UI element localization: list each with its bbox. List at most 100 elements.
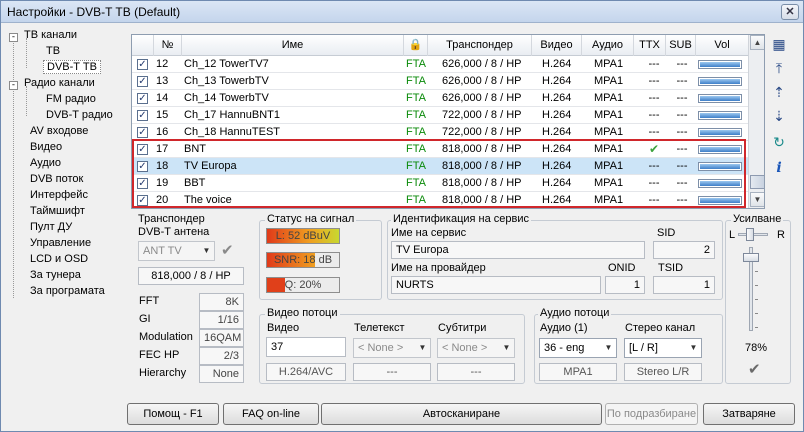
tree-item-about-tuner[interactable]: За тунера [27,268,84,283]
fft-value: 8K [199,293,244,311]
audio-track-select[interactable]: 36 - eng ▼ [539,338,617,358]
faq-online-button[interactable]: FAQ on-line [223,403,319,425]
scan-check-icon[interactable]: ✔ [221,241,234,259]
tree-item-remote[interactable]: Пулт ДУ [27,220,75,235]
tree-item-radio-channels[interactable]: - Радио канали [9,76,98,91]
collapse-icon[interactable]: - [9,81,18,90]
apply-gain-icon[interactable]: ✔ [748,360,761,378]
channel-name: Ch_12 TowerTV7 [184,58,269,70]
channel-video: H.264 [542,92,572,104]
scroll-down-icon[interactable]: ▼ [750,192,764,207]
move-down-icon[interactable]: ⇣ [769,106,789,126]
channel-checkbox[interactable]: ✓ [137,110,148,121]
channel-volume-bar[interactable] [698,111,742,120]
table-row[interactable]: ✓ 12 Ch_12 TowerTV7 FTA 626,000 / 8 / HP H.26… [132,56,748,73]
tree-item-tv-channels[interactable]: - ТВ канали [9,28,80,43]
tree-item-control[interactable]: Управление [27,236,94,251]
channel-sub: --- [676,58,688,70]
channel-volume-bar[interactable] [698,128,742,137]
frequency-field: 818,000 / 8 / HP [138,267,244,285]
tree-item-audio[interactable]: Аудио [27,156,64,171]
refresh-icon[interactable]: ↻ [769,132,789,152]
modulation-value: 16QAM [199,329,244,347]
header-video[interactable]: Видео [532,35,582,56]
channel-checkbox[interactable]: ✓ [137,59,148,70]
help-button[interactable]: Помощ - F1 [127,403,219,425]
lock-icon[interactable]: 🔒 [404,35,428,56]
header-ttx[interactable]: TTX [634,35,666,56]
balance-thumb[interactable] [746,228,754,241]
header-vol[interactable]: Vol [696,35,748,56]
video-pid-field[interactable]: 37 [266,337,346,357]
header-sub[interactable]: SUB [666,35,696,56]
title-bar: Настройки - DVB-T TB (Default) ✕ [1,1,803,23]
table-row[interactable]: ✓ 13 Ch_13 TowerbTV FTA 626,000 / 8 / HP H.26… [132,73,748,90]
header-audio[interactable]: Аудио [582,35,634,56]
tree-item-timeshift[interactable]: Таймшифт [27,204,88,219]
grid-scrollbar[interactable]: ▲ ▼ [748,35,764,208]
teletext-select[interactable]: < None > ▼ [353,338,431,358]
onid-label: ONID [608,262,636,274]
stereo-label: Стерео канал [625,322,696,334]
gain-tick [755,299,758,300]
subtitles-select[interactable]: < None > ▼ [437,338,515,358]
sid-field: 2 [653,241,715,259]
header-name[interactable]: Име [182,35,404,56]
move-up-icon[interactable]: ⇡ [769,82,789,102]
channel-checkbox[interactable]: ✓ [137,127,148,138]
header-number[interactable]: № [154,35,182,56]
tree-item-lcd-osd[interactable]: LCD и OSD [27,252,91,267]
channel-volume-bar[interactable] [698,94,742,103]
grid-icon[interactable]: ▦ [769,34,789,54]
stereo-select[interactable]: [L / R] ▼ [624,338,702,358]
tree-item-video[interactable]: Видео [27,140,65,155]
sid-label: SID [657,227,676,239]
table-row[interactable]: ✓ 14 Ch_14 TowerbTV FTA 626,000 / 8 / HP H.26… [132,90,748,107]
channel-ttx: --- [648,92,660,104]
tsid-field: 1 [653,276,715,294]
tree-item-dvbt-tv[interactable]: DVB-T ТВ [43,60,101,75]
scroll-up-icon[interactable]: ▲ [750,35,764,50]
tree-item-fm-radio[interactable]: FM радио [43,92,99,107]
highlight-box [132,139,746,208]
autoscan-button[interactable]: Автосканиране [321,403,602,425]
channel-scrambling: FTA [406,92,426,104]
table-row[interactable]: ✓ 15 Ch_17 HannuBNT1 FTA 722,000 / 8 / HP H.2… [132,107,748,124]
tree-item-av-inputs[interactable]: AV входове [27,124,91,139]
antenna-select[interactable]: ANT TV ▼ [138,241,215,261]
fec-label: FEC HP [139,349,180,361]
volume-fill [700,96,740,101]
header-transponder[interactable]: Транспондер [428,35,532,56]
tree-item-about-program[interactable]: За програмата [27,284,108,299]
gain-percent: 78% [745,342,768,354]
channel-checkbox[interactable]: ✓ [137,76,148,87]
header-check [132,35,154,56]
level-meter: L: 52 dBuV [266,228,340,244]
settings-window: Настройки - DVB-T TB (Default) ✕ - ТВ кан… [0,0,804,432]
gain-thumb[interactable] [743,253,759,262]
defaults-button[interactable]: По подразбиране [605,403,698,425]
tree-item-interface[interactable]: Интерфейс [27,188,91,203]
channel-volume-bar[interactable] [698,60,742,69]
scroll-thumb[interactable] [750,175,764,189]
channel-number: 14 [156,92,169,104]
collapse-icon[interactable]: - [9,33,18,42]
move-top-icon[interactable]: ⤒ [769,58,789,78]
close-button[interactable]: Затваряне [703,403,795,425]
channel-sub: --- [676,92,688,104]
channel-checkbox[interactable]: ✓ [137,93,148,104]
gain-title: Усилване [731,213,784,225]
channel-name: Ch_17 HannuBNT1 [184,109,281,121]
transponder-title: Транспондер [138,213,205,225]
info-icon[interactable]: i [769,158,789,178]
close-window-button[interactable]: ✕ [781,4,799,20]
tree-item-dvb-stream[interactable]: DVB поток [27,172,86,187]
onid-field: 1 [605,276,645,294]
subtitles-label: Субтитри [438,322,487,334]
tree-item-tv[interactable]: ТВ [43,44,63,59]
service-name-label: Име на сервис [391,227,467,239]
tree-item-dvbt-radio[interactable]: DVB-T радио [43,108,116,123]
channel-volume-bar[interactable] [698,77,742,86]
quality-meter: Q: 20% [266,277,340,293]
channel-ttx: --- [648,109,660,121]
